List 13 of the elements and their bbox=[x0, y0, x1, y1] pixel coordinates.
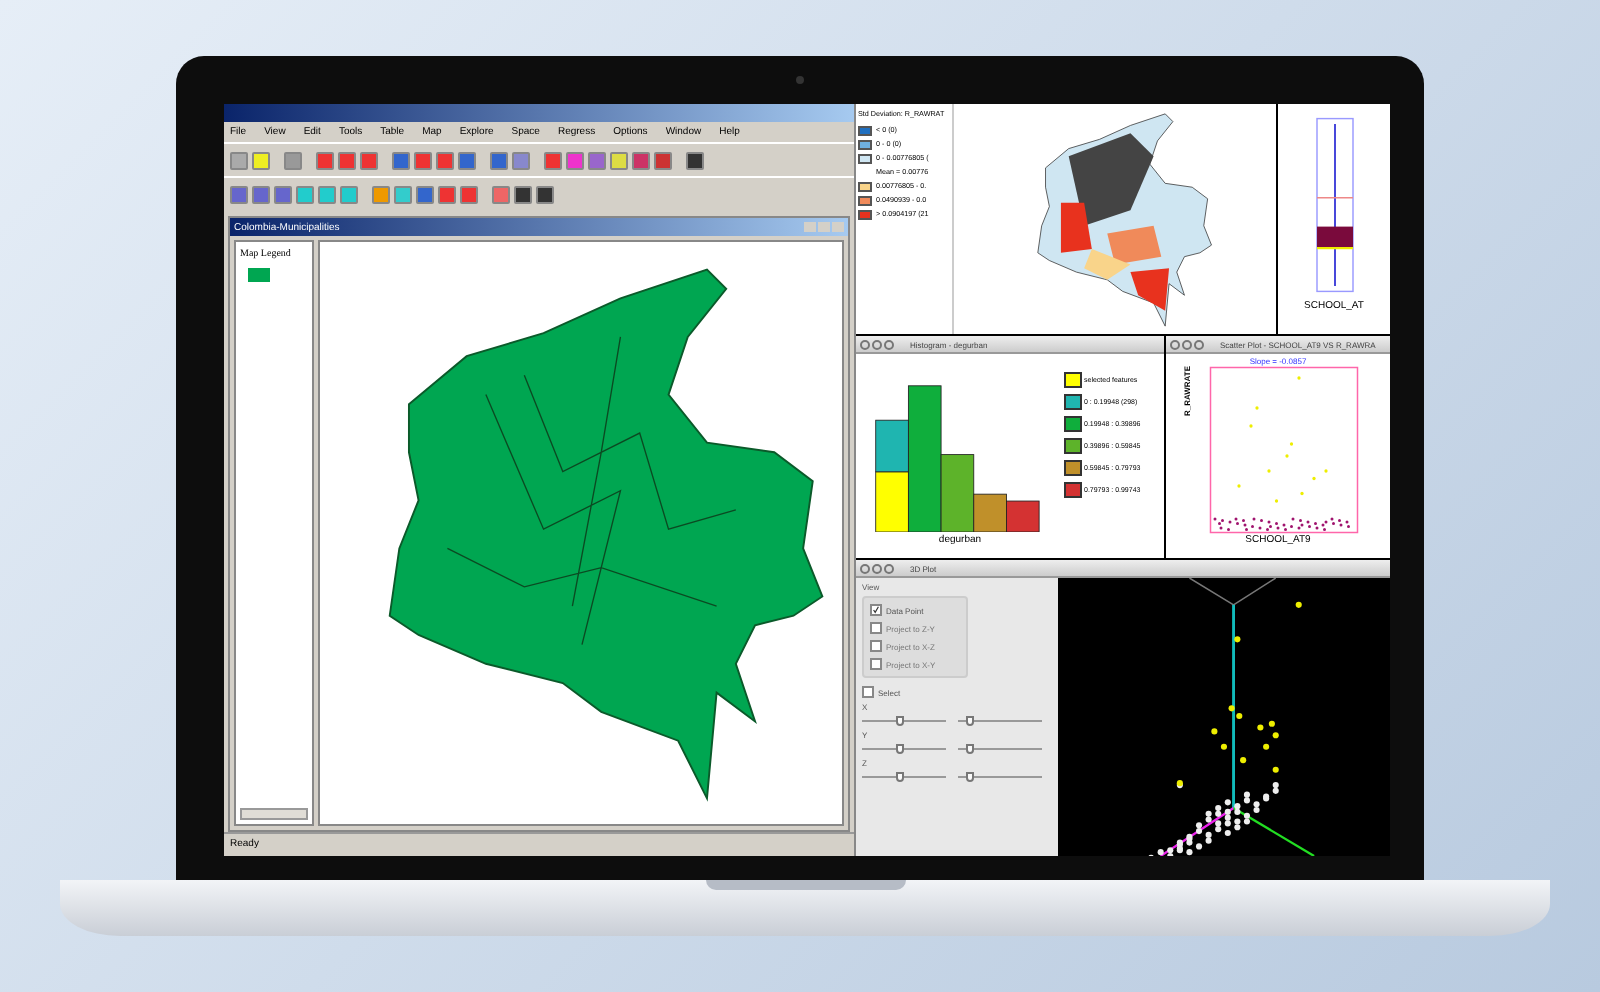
slider-thumb[interactable] bbox=[895, 744, 904, 754]
slider-thumb[interactable] bbox=[966, 744, 975, 754]
checkbox[interactable] bbox=[870, 658, 882, 670]
checkbox[interactable] bbox=[870, 604, 882, 616]
horizontal-scrollbar[interactable] bbox=[240, 808, 308, 820]
slider-thumb[interactable] bbox=[966, 716, 975, 726]
webcam-icon bbox=[796, 76, 804, 84]
checkbox[interactable] bbox=[870, 622, 882, 634]
checkbox[interactable] bbox=[870, 640, 882, 652]
slider-thumb[interactable] bbox=[966, 772, 975, 782]
checkbox[interactable] bbox=[862, 686, 874, 698]
slider-thumb[interactable] bbox=[895, 716, 904, 726]
slider-thumb[interactable] bbox=[895, 772, 904, 782]
